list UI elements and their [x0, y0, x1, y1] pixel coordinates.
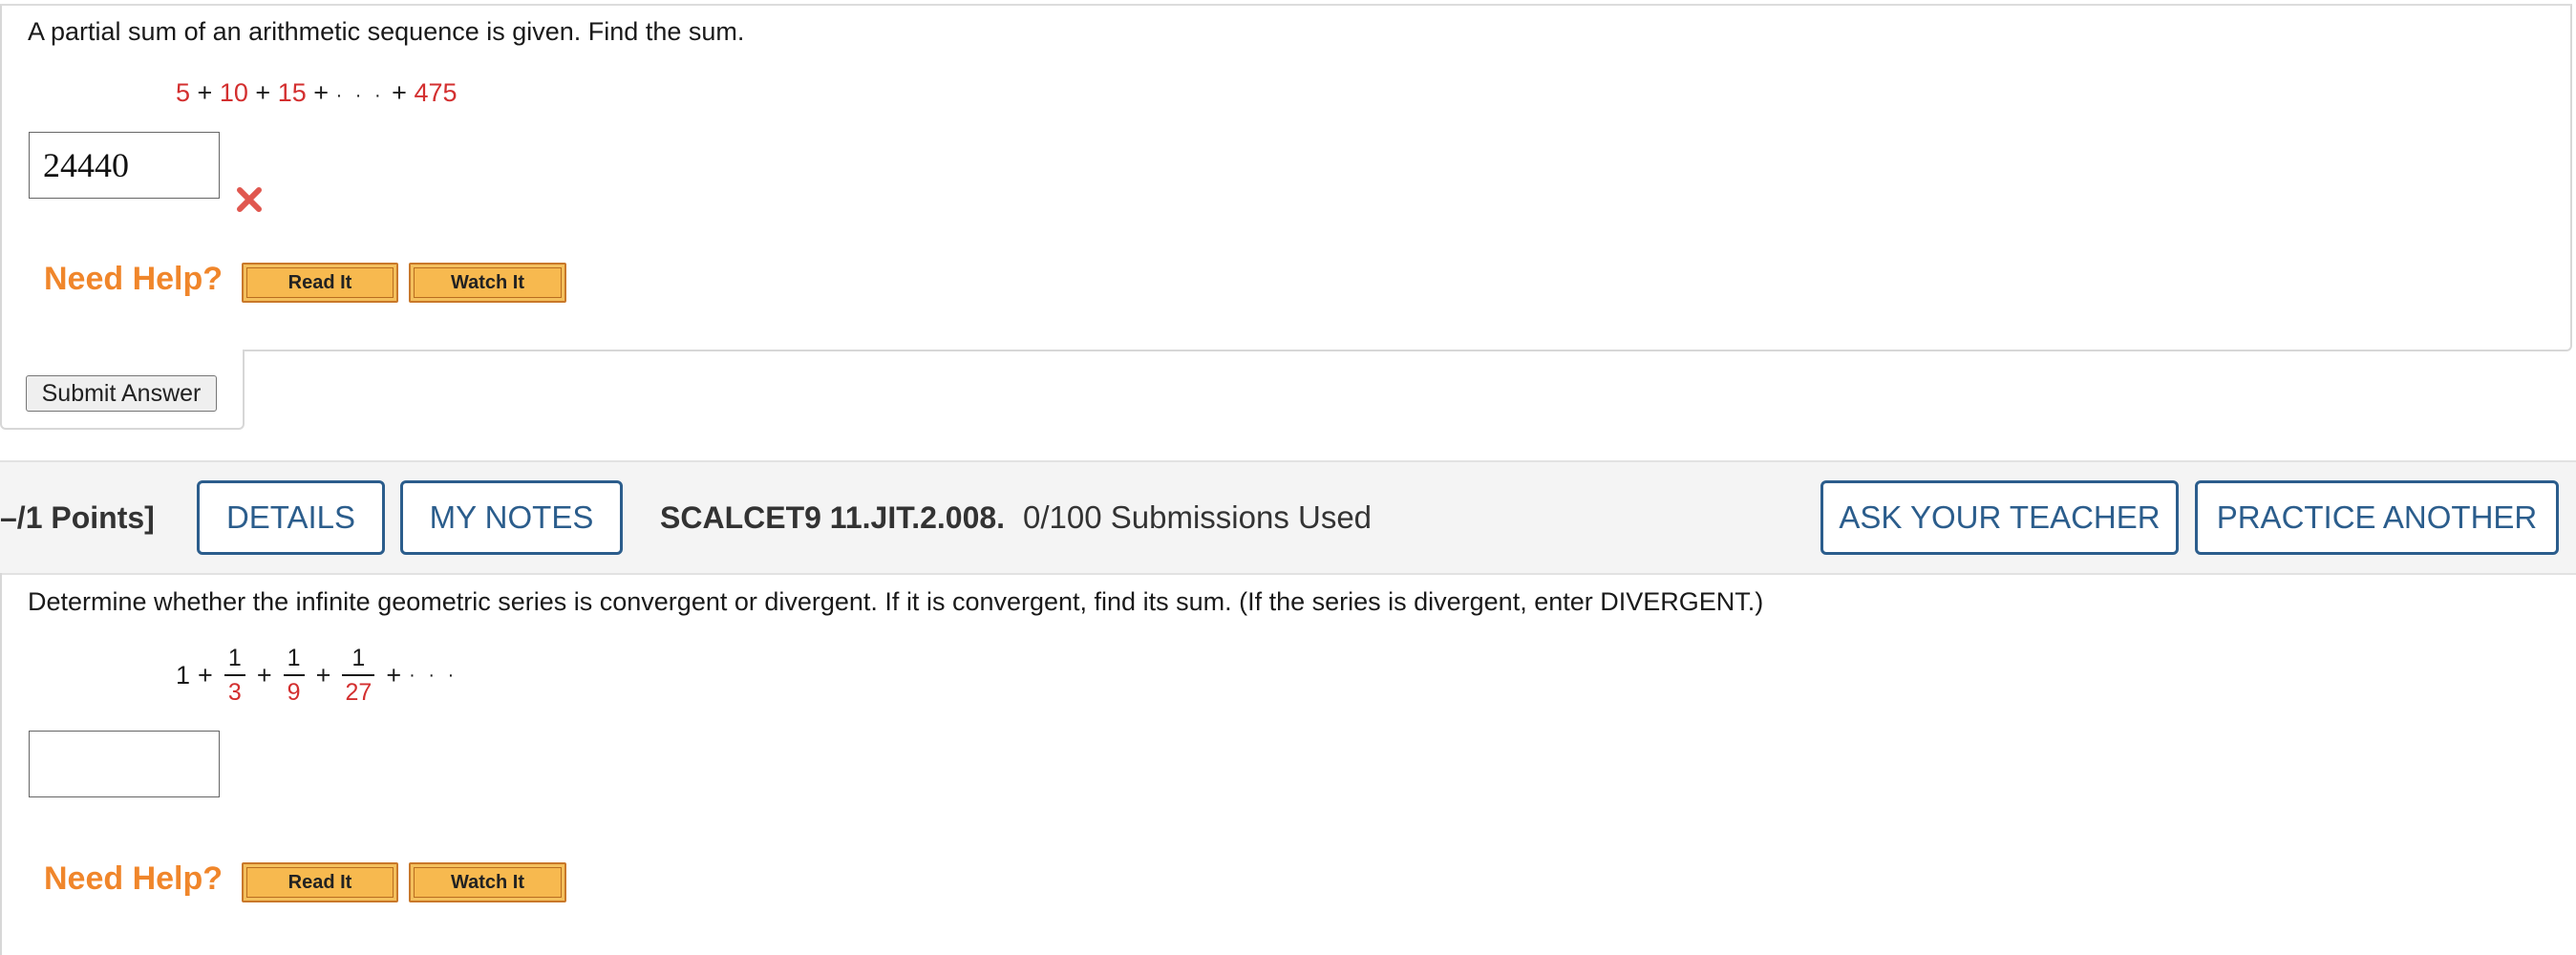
series-first-term: 1: [176, 660, 191, 690]
answer-input-1[interactable]: 24440: [29, 132, 220, 199]
plus-sign: +: [256, 660, 272, 690]
sequence-term-1: 5: [176, 78, 191, 107]
read-it-button[interactable]: Read It: [242, 862, 398, 902]
sequence-term-3: 15: [277, 78, 307, 107]
fraction-bar: [283, 674, 305, 676]
fraction-term-1: 1 3: [224, 644, 245, 707]
numerator: 1: [287, 645, 301, 671]
plus-sign: +: [313, 78, 330, 107]
denominator: 3: [227, 679, 242, 706]
details-button[interactable]: DETAILS: [197, 480, 385, 555]
fraction-term-3: 1 27: [342, 644, 375, 707]
plus-sign: +: [386, 660, 402, 690]
question-1-prompt: A partial sum of an arithmetic sequence …: [28, 17, 745, 46]
watch-it-label: Watch It: [414, 267, 562, 298]
denominator: 9: [287, 679, 301, 706]
fraction-bar: [224, 674, 245, 676]
read-it-label: Read It: [246, 867, 394, 898]
geometric-series: 1 + 1 3 + 1 9 + 1 27 + · · ·: [176, 644, 458, 707]
ask-your-teacher-button[interactable]: ASK YOUR TEACHER: [1820, 480, 2179, 555]
fraction-bar: [342, 674, 375, 676]
tab-join: [2, 346, 243, 353]
practice-another-button[interactable]: PRACTICE ANOTHER: [2195, 480, 2559, 555]
submit-answer-button[interactable]: Submit Answer: [26, 375, 217, 412]
ellipsis: · · ·: [335, 85, 385, 106]
watch-it-label: Watch It: [414, 867, 562, 898]
read-it-label: Read It: [246, 267, 394, 298]
close-x-icon: [234, 184, 265, 215]
submissions-used: 0/100 Submissions Used: [1023, 499, 1373, 535]
watch-it-button[interactable]: Watch It: [409, 862, 566, 902]
denominator: 27: [345, 679, 373, 706]
plus-sign: +: [255, 78, 271, 107]
my-notes-button[interactable]: MY NOTES: [400, 480, 623, 555]
fraction-term-2: 1 9: [283, 644, 305, 707]
plus-sign: +: [198, 660, 213, 690]
need-help-label: Need Help?: [44, 261, 224, 297]
plus-sign: +: [392, 78, 407, 107]
numerator: 1: [351, 645, 366, 671]
plus-sign: +: [315, 660, 331, 690]
question-2-prompt: Determine whether the infinite geometric…: [28, 587, 1764, 616]
plus-sign: +: [197, 78, 213, 107]
watch-it-button[interactable]: Watch It: [409, 263, 566, 303]
arithmetic-sequence: 5 + 10 + 15 + · · · + 475: [176, 78, 458, 108]
ellipsis: · · ·: [409, 664, 458, 686]
sequence-last-term: 475: [414, 78, 458, 107]
numerator: 1: [227, 645, 242, 671]
question-code: SCALCET9 11.JIT.2.008.: [660, 500, 1006, 535]
need-help-label: Need Help?: [44, 860, 224, 897]
read-it-button[interactable]: Read It: [242, 263, 398, 303]
points-label: –/1 Points]: [0, 500, 155, 535]
answer-input-2[interactable]: [29, 731, 220, 797]
sequence-term-2: 10: [219, 78, 248, 107]
